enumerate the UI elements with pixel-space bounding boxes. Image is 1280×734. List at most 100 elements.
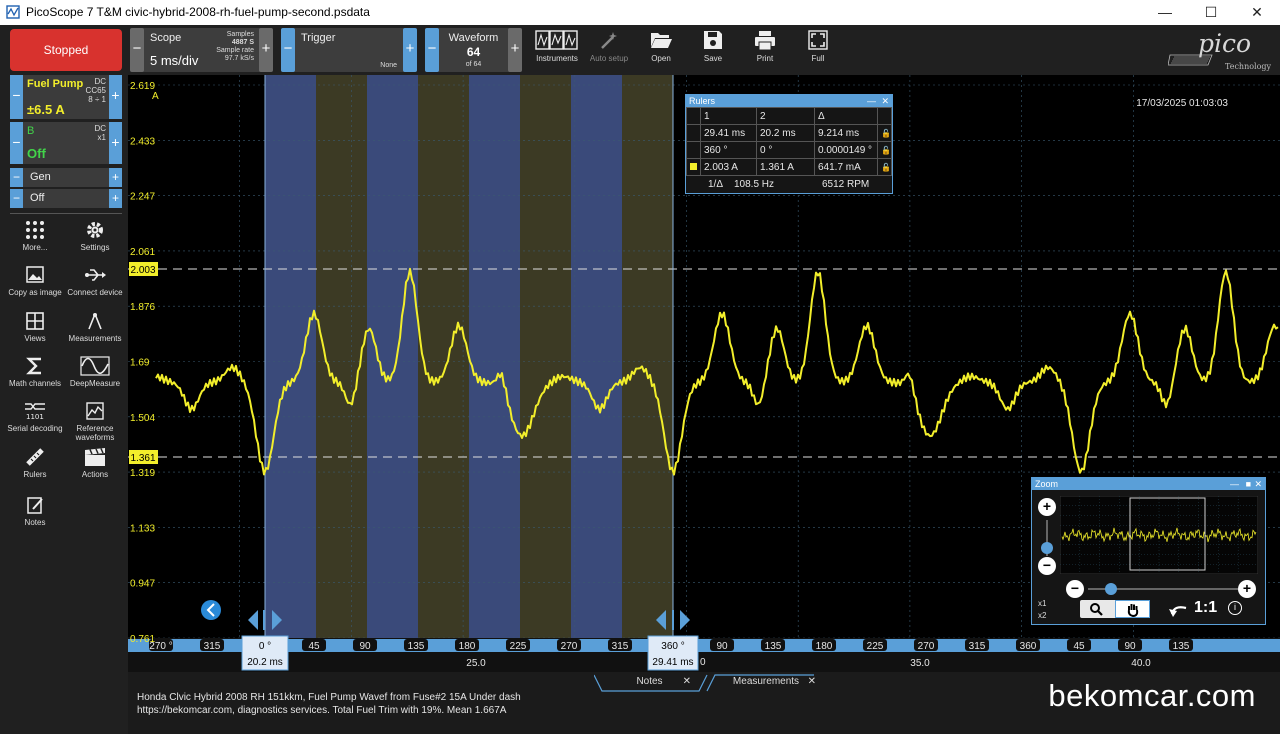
open-button[interactable]: Open	[636, 29, 686, 63]
svg-text:360 °: 360 °	[661, 641, 684, 652]
full-screen-label: Full	[811, 54, 825, 63]
serial-decoding-tool[interactable]: 1101 Serial decoding	[5, 401, 65, 433]
deepmeasure-tool-label: DeepMeasure	[69, 379, 121, 388]
rulers-amp-delta: 641.7 mA	[813, 158, 879, 176]
rulers-cell	[686, 124, 701, 142]
magnifier-icon[interactable]	[1089, 602, 1103, 616]
run-stop-button[interactable]: Stopped	[10, 29, 122, 71]
undo-zoom-icon[interactable]	[1168, 602, 1190, 618]
channel-b-minus-button[interactable]: −	[10, 122, 23, 164]
waveform-next-button[interactable]: +	[508, 28, 522, 72]
rulers-panel-header[interactable]: Rulers — ✕	[686, 95, 892, 107]
notes-tab-close-icon[interactable]: ✕	[683, 674, 691, 690]
channel-b-panel[interactable]: − B DC x1 Off +	[10, 122, 122, 164]
deepmeasure-tool[interactable]: DeepMeasure	[65, 356, 125, 388]
save-button[interactable]: Save	[688, 29, 738, 63]
zoom-close-button[interactable]: ✕	[1254, 478, 1262, 490]
scroll-left-button[interactable]	[201, 600, 221, 620]
timebase-plus-button[interactable]: +	[259, 28, 273, 72]
rulers-time-lock-icon[interactable]: 🔓	[877, 124, 892, 142]
phase-ruler-strip[interactable]	[128, 639, 1280, 652]
waveform-buffer-control[interactable]: − Waveform 64 of 64 +	[425, 28, 522, 72]
copy-image-tool[interactable]: Copy as image	[5, 265, 65, 297]
y-tick-label: 1.69	[130, 358, 150, 369]
zoom-x2-label: x2	[1038, 611, 1047, 620]
measurements-tab-close-icon[interactable]: ✕	[808, 674, 816, 690]
zoom-out-button[interactable]: −	[1038, 557, 1056, 575]
top-toolbar: − Scope 5 ms/div Samples 4887 S Sample rat…	[128, 25, 1280, 75]
trigger-minus-button[interactable]: −	[281, 28, 295, 72]
views-tool[interactable]: Views	[5, 311, 65, 343]
rulers-amp-2: 1.361 A	[756, 158, 815, 176]
horizontal-zoom-out-button[interactable]: −	[1066, 580, 1084, 598]
scope-view[interactable]: 270 °31545901351802252703154590135180225…	[128, 75, 1280, 672]
floppy-disk-icon	[704, 31, 722, 49]
channel-a-panel[interactable]: − Fuel Pump DC CC65 8 ÷ 1 ±6.5 A +	[10, 75, 122, 119]
gen-plus-button[interactable]: +	[109, 168, 122, 187]
full-screen-button[interactable]: Full	[793, 29, 843, 63]
connect-device-tool[interactable]: Connect device	[65, 265, 125, 297]
phase-label: 315	[200, 639, 224, 652]
zoom-overview-plot[interactable]	[1060, 496, 1258, 574]
zoom-minimize-button[interactable]: —	[1230, 478, 1239, 490]
rulers-close-button[interactable]: ✕	[881, 95, 889, 107]
horizontal-zoom-in-button[interactable]: +	[1238, 580, 1256, 598]
timebase-minus-button[interactable]: −	[130, 28, 144, 72]
zoom-mode-toggle[interactable]	[1080, 600, 1150, 618]
settings-tool[interactable]: Settings	[65, 220, 125, 252]
maximize-button[interactable]: ☐	[1188, 0, 1234, 25]
measurements-tab[interactable]: Measurements ✕	[716, 674, 816, 690]
cursor-1-label[interactable]: 0 ° 20.2 ms	[241, 635, 289, 671]
gen-state-minus-button[interactable]: −	[10, 189, 23, 208]
hand-pan-icon	[1127, 604, 1139, 617]
signal-generator-panel[interactable]: − Gen + − Off +	[10, 168, 122, 208]
phase-band	[316, 75, 367, 638]
rulers-tool[interactable]: Rulers	[5, 447, 65, 479]
measurements-tool[interactable]: Measurements	[65, 311, 125, 343]
minimize-button[interactable]: —	[1142, 0, 1188, 25]
close-button[interactable]: ✕	[1234, 0, 1280, 25]
ruler-label-2[interactable]: 1.361	[129, 450, 158, 464]
rulers-minimize-button[interactable]: —	[867, 95, 876, 107]
zoom-maximize-button[interactable]: ■	[1246, 478, 1251, 490]
trigger-control[interactable]: − Trigger None +	[281, 28, 417, 72]
rulers-inverse-label: 1/Δ	[708, 179, 724, 190]
vertical-zoom-thumb[interactable]	[1041, 542, 1053, 554]
fullscreen-icon	[808, 30, 828, 50]
zoom-overview-panel[interactable]: Zoom — ■ ✕ + − − + x1 x2 1:1 i	[1031, 477, 1266, 625]
scope-timebase-control[interactable]: − Scope 5 ms/div Samples 4887 S Sample rat…	[130, 28, 273, 72]
phase-label: 45	[1067, 639, 1091, 652]
zoom-info-icon[interactable]: i	[1228, 601, 1242, 615]
pan-mode-option[interactable]	[1115, 600, 1150, 618]
cursor-2-label[interactable]: 360 ° 29.41 ms	[647, 635, 699, 671]
gen-state-row: − Off +	[10, 189, 122, 208]
channel-a-minus-button[interactable]: −	[10, 75, 23, 119]
zoom-panel-header[interactable]: Zoom — ■ ✕	[1032, 478, 1265, 490]
channel-a-plus-button[interactable]: +	[109, 75, 122, 119]
rulers-panel[interactable]: Rulers — ✕ 1 2 Δ 29.41 ms 20.2 ms 9.214 ms…	[685, 94, 893, 194]
ruler-label-1[interactable]: 2.003	[129, 262, 158, 276]
gen-minus-button[interactable]: −	[10, 168, 23, 187]
notes-tool-label: Notes	[24, 518, 46, 527]
instruments-button[interactable]: Instruments	[532, 29, 582, 63]
rulers-phase-lock-icon[interactable]: 🔓	[877, 141, 892, 159]
print-button[interactable]: Print	[740, 29, 790, 63]
math-channels-tool[interactable]: Math channels	[5, 356, 65, 388]
more-tool[interactable]: More...	[5, 220, 65, 252]
channel-b-plus-button[interactable]: +	[109, 122, 122, 164]
actions-tool[interactable]: Actions	[65, 447, 125, 479]
zoom-ratio-label[interactable]: 1:1	[1194, 599, 1217, 617]
horizontal-zoom-thumb[interactable]	[1105, 583, 1117, 595]
gen-state-plus-button[interactable]: +	[109, 189, 122, 208]
trigger-label: Trigger	[301, 32, 336, 44]
trigger-plus-button[interactable]: +	[403, 28, 417, 72]
notes-tool[interactable]: Notes	[5, 495, 65, 527]
phase-band	[571, 75, 622, 638]
svg-text:225: 225	[867, 641, 884, 652]
notes-text[interactable]: Honda Clvic Hybrid 2008 RH 151kkm, Fuel …	[137, 691, 521, 717]
reference-waveforms-tool[interactable]: Reference waveforms	[65, 401, 125, 442]
zoom-in-button[interactable]: +	[1038, 498, 1056, 516]
auto-setup-button[interactable]: Auto setup	[584, 29, 634, 63]
rulers-amp-lock-icon[interactable]: 🔓	[877, 158, 892, 176]
notes-tab[interactable]: Notes ✕	[602, 674, 697, 690]
